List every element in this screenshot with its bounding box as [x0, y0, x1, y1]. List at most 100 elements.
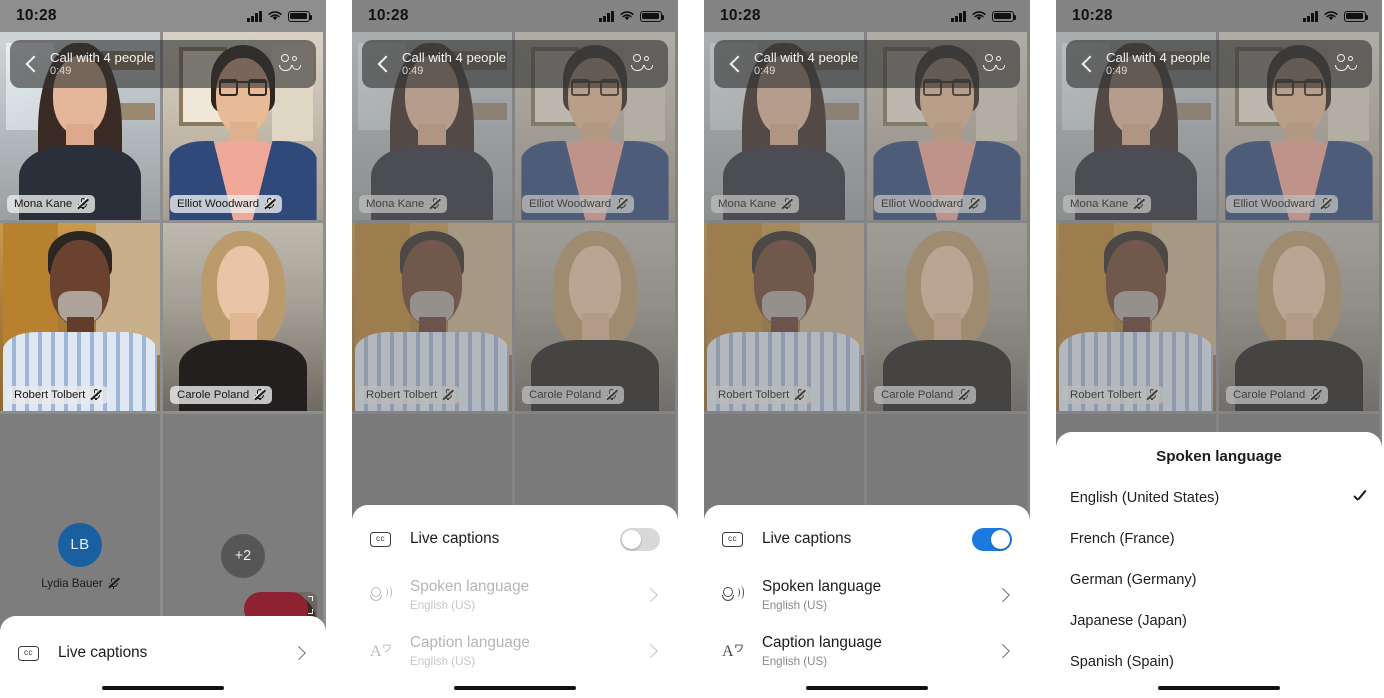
row-value: English (US)	[762, 598, 828, 612]
participant-nametag: Carole Poland	[1226, 386, 1329, 404]
mic-off-icon	[108, 577, 120, 589]
cc-icon: cc	[18, 645, 39, 661]
participant-nametag: Mona Kane	[7, 195, 96, 213]
call-title: Call with 4 people	[754, 49, 859, 65]
call-title: Call with 4 people	[402, 49, 507, 65]
back-chevron-icon[interactable]	[374, 54, 394, 74]
status-time: 10:28	[368, 7, 409, 24]
avatar: LB	[58, 522, 102, 567]
sheet-row-live-captions[interactable]: cc Live captions	[0, 622, 326, 684]
participant-name: Elliot Woodward	[177, 197, 260, 210]
participant-name: Mona Kane	[14, 197, 73, 210]
back-chevron-icon[interactable]	[726, 54, 746, 74]
language-option-spanish[interactable]: Spanish (Spain)	[1056, 641, 1382, 682]
check-icon	[1352, 490, 1368, 506]
row-label: Live captions	[58, 644, 148, 662]
status-icons	[951, 10, 1017, 22]
sheet-row-spoken-language[interactable]: Spoken language English (US)	[352, 567, 678, 623]
mic-off-icon	[254, 389, 266, 401]
mic-off-icon	[90, 389, 103, 401]
participant-tile-carole[interactable]: Carole Poland	[1219, 223, 1379, 411]
people-icon[interactable]	[630, 53, 656, 75]
panel-gap	[326, 0, 352, 698]
call-header-bar-2: Call with 4 people 0:49	[362, 40, 668, 88]
participant-nametag: Carole Poland	[522, 386, 625, 404]
back-chevron-icon[interactable]	[22, 54, 42, 74]
participant-nametag: Robert Tolbert	[1063, 386, 1165, 404]
sheet-row-live-captions[interactable]: cc Live captions	[704, 511, 1030, 567]
participant-nametag: Elliot Woodward	[874, 195, 987, 213]
screenshot-stage: 10:28 Mona Kane Elliot Woodward Robert T…	[0, 0, 1384, 698]
mic-off-icon	[781, 198, 793, 210]
language-label: English (United States)	[1070, 489, 1220, 506]
back-chevron-icon[interactable]	[1078, 54, 1098, 74]
row-label: Caption language	[410, 634, 530, 652]
status-time: 10:28	[16, 7, 57, 24]
live-captions-toggle[interactable]	[620, 527, 660, 551]
wifi-icon	[268, 11, 282, 21]
people-icon[interactable]	[1334, 53, 1360, 75]
phone-panel-2: 10:28 Mona Kane Elliot Woodward Robert T…	[352, 0, 678, 698]
home-indicator	[1158, 685, 1280, 690]
call-header-bar-1: Call with 4 people 0:49	[10, 40, 316, 88]
participant-tile-robert[interactable]: Robert Tolbert	[704, 223, 864, 411]
status-icons	[247, 10, 313, 22]
mic-off-icon	[1320, 198, 1332, 210]
speaker-icon	[722, 585, 746, 605]
participant-name: Elliot Woodward	[881, 197, 964, 210]
participant-name: Elliot Woodward	[529, 197, 612, 210]
participant-tile-carole[interactable]: Carole Poland	[163, 223, 323, 411]
language-option-french[interactable]: French (France)	[1056, 518, 1382, 559]
status-bar: 10:28	[0, 0, 326, 32]
sheet-title: Spoken language	[1156, 448, 1282, 465]
participant-name: Carole Poland	[177, 388, 250, 401]
language-option-english[interactable]: English (United States)	[1056, 477, 1382, 518]
panel-gap	[678, 0, 704, 698]
chevron-right-icon	[996, 643, 1012, 659]
live-captions-settings-sheet-off: cc Live captions Spoken language English…	[352, 505, 678, 698]
cc-icon: cc	[722, 531, 743, 547]
battery-full-icon	[992, 10, 1017, 22]
participant-name: Robert Tolbert	[366, 388, 438, 401]
home-indicator	[806, 685, 928, 690]
participant-tile-robert[interactable]: Robert Tolbert	[1056, 223, 1216, 411]
call-title: Call with 4 people	[50, 49, 155, 65]
live-captions-settings-sheet-on: cc Live captions Spoken language English…	[704, 505, 1030, 698]
status-icons	[599, 10, 665, 22]
participant-nametag: Mona Kane	[359, 195, 448, 213]
participant-tile-carole[interactable]: Carole Poland	[515, 223, 675, 411]
status-bar: 10:28	[704, 0, 1030, 32]
sheet-row-caption-language[interactable]: Aヮ Caption language English (US)	[704, 623, 1030, 679]
cellular-bars-icon	[951, 10, 966, 22]
battery-full-icon	[288, 10, 313, 22]
mic-off-icon	[958, 389, 970, 401]
row-label: Spoken language	[762, 578, 882, 596]
live-captions-toggle[interactable]	[972, 527, 1012, 551]
mic-off-icon	[606, 389, 618, 401]
panel-gap	[1030, 0, 1056, 698]
sheet-row-spoken-language[interactable]: Spoken language English (US)	[704, 567, 1030, 623]
people-icon[interactable]	[278, 53, 304, 75]
wifi-icon	[620, 11, 634, 21]
cellular-bars-icon	[247, 10, 262, 22]
participant-tile-robert[interactable]: Robert Tolbert	[352, 223, 512, 411]
language-option-german[interactable]: German (Germany)	[1056, 559, 1382, 600]
mic-off-icon	[794, 389, 807, 401]
participant-tile-robert[interactable]: Robert Tolbert	[0, 223, 160, 411]
participant-tile-carole[interactable]: Carole Poland	[867, 223, 1027, 411]
participant-name: Robert Tolbert	[1070, 388, 1142, 401]
participant-nametag: Robert Tolbert	[711, 386, 813, 404]
mic-off-icon	[616, 198, 628, 210]
sheet-row-caption-language[interactable]: Aヮ Caption language English (US)	[352, 623, 678, 679]
phone-panel-1: 10:28 Mona Kane Elliot Woodward Robert T…	[0, 0, 326, 698]
sheet-row-live-captions[interactable]: cc Live captions	[352, 511, 678, 567]
participant-nametag: Elliot Woodward	[522, 195, 635, 213]
participant-nametag: Lydia Bauer	[41, 577, 120, 590]
cc-icon: cc	[370, 531, 391, 547]
home-indicator	[102, 685, 224, 690]
language-option-japanese[interactable]: Japanese (Japan)	[1056, 600, 1382, 641]
call-header-bar-4: Call with 4 people 0:49	[1066, 40, 1372, 88]
people-icon[interactable]	[982, 53, 1008, 75]
participant-nametag: Carole Poland	[170, 386, 273, 404]
participant-name: Robert Tolbert	[718, 388, 790, 401]
